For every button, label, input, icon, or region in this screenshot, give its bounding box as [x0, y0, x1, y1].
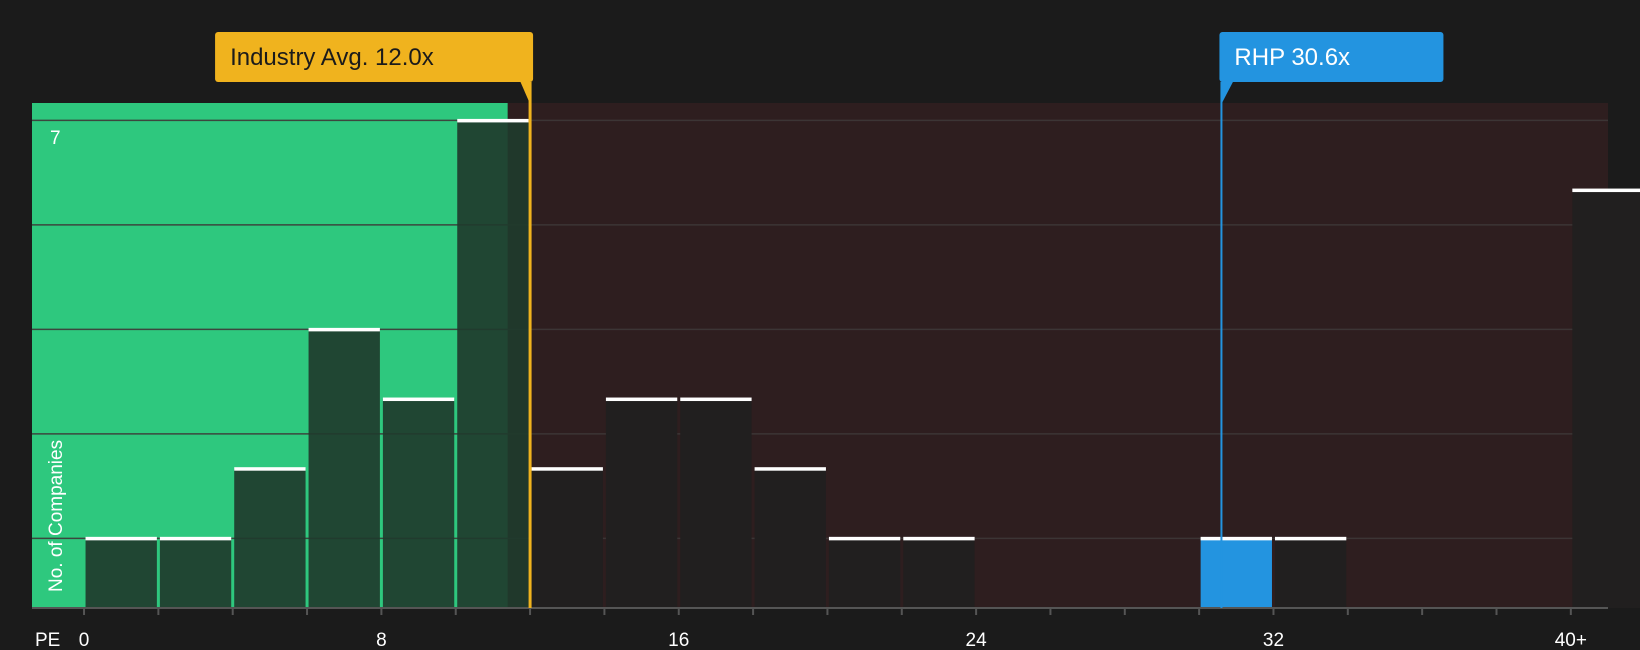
bar-cap — [1274, 536, 1347, 541]
histogram-bar — [754, 468, 826, 608]
histogram-bar — [85, 538, 157, 608]
bar-cap — [457, 118, 529, 123]
histogram-bar — [828, 538, 901, 608]
bar-cap — [234, 467, 306, 471]
x-tick-label: 8 — [376, 630, 387, 650]
bar-cap — [1572, 188, 1640, 193]
x-tick-label: 16 — [668, 630, 689, 650]
histogram-bar — [382, 399, 455, 608]
bar-cap — [308, 327, 380, 332]
y-tick-label-7: 7 — [50, 128, 61, 149]
histogram-bar — [234, 468, 306, 608]
histogram-bar — [531, 468, 603, 608]
histogram-bar — [903, 538, 975, 608]
bar-cap — [531, 467, 603, 471]
x-tick-label: 24 — [966, 630, 988, 650]
bar-cap — [85, 536, 157, 541]
x-axis: 0 8 16 24 32 40+ — [32, 607, 1608, 650]
x-tick-label: 0 — [79, 630, 90, 650]
bar-cap — [828, 536, 901, 541]
bar-cap — [1200, 536, 1272, 541]
histogram-bar — [308, 329, 380, 608]
marker-pointer — [1221, 81, 1234, 104]
x-tick-label: 40+ — [1555, 630, 1587, 650]
marker-label: Industry Avg. 12.0x — [230, 44, 434, 71]
histogram-bar — [680, 399, 752, 608]
x-axis-label: PE — [35, 630, 60, 650]
pe-distribution-chart: 0 8 16 24 32 40+ Industry Avg. 12.0x RHP 30.6x… — [32, 32, 1640, 650]
histogram-bar — [605, 399, 678, 608]
x-tick-label: 32 — [1263, 630, 1284, 650]
bar-cap — [605, 397, 678, 402]
histogram-bar — [457, 120, 529, 609]
bar-cap — [680, 397, 752, 402]
bar-cap — [754, 467, 826, 471]
histogram-bar — [1274, 538, 1347, 608]
marker-label: RHP 30.6x — [1234, 44, 1350, 71]
histogram-bar — [159, 538, 232, 608]
histogram-bar — [1200, 538, 1272, 608]
bar-cap — [159, 536, 232, 541]
bar-cap — [903, 536, 975, 541]
bar-cap — [382, 397, 455, 402]
histogram-bar — [1572, 190, 1640, 608]
y-axis-label: No. of Companies — [46, 440, 67, 592]
